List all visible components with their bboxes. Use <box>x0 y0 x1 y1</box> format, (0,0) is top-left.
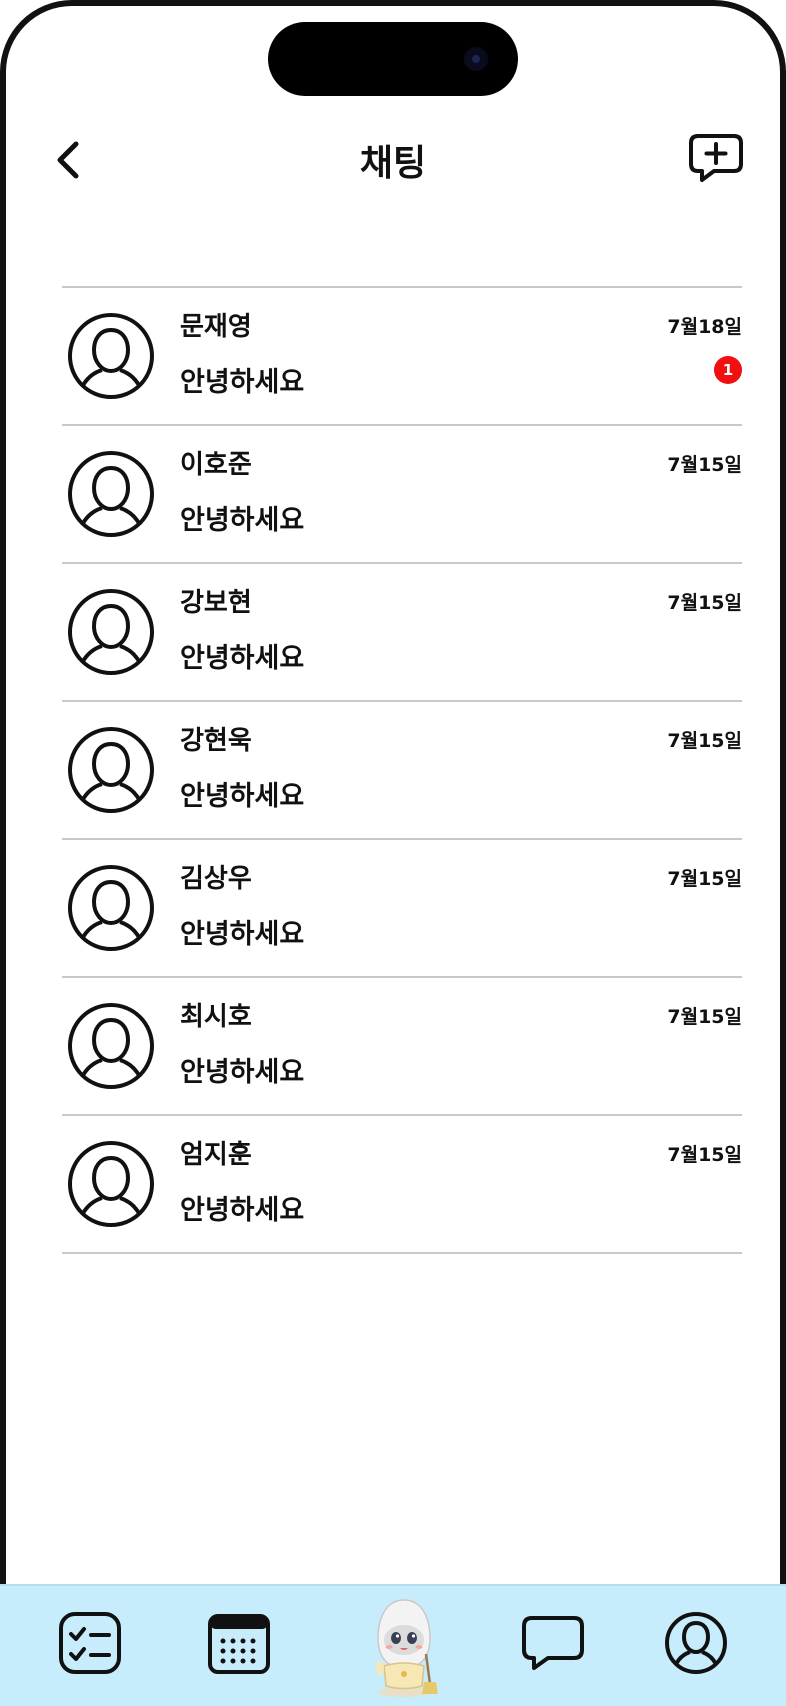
chat-date: 7월15일 <box>667 730 742 752</box>
chat-row[interactable]: 강보현 안녕하세요 7월15일 <box>62 564 742 702</box>
chat-date: 7월15일 <box>667 1144 742 1166</box>
chat-name: 강현욱 <box>180 726 252 756</box>
chat-last-message: 안녕하세요 <box>180 781 305 812</box>
chat-date: 7월18일 <box>667 316 742 338</box>
chat-date: 7월15일 <box>667 1006 742 1028</box>
user-avatar-icon <box>68 313 154 399</box>
chat-date: 7월15일 <box>667 592 742 614</box>
page-title: 채팅 <box>359 143 427 184</box>
chat-date: 7월15일 <box>667 868 742 890</box>
chat-last-message: 안녕하세요 <box>180 1195 305 1226</box>
chat-last-message: 안녕하세요 <box>180 643 305 674</box>
user-avatar-icon <box>68 589 154 675</box>
user-avatar-icon <box>68 451 154 537</box>
user-avatar-icon <box>68 1141 154 1227</box>
user-avatar-icon <box>68 1003 154 1089</box>
dynamic-island <box>268 22 518 96</box>
chat-row[interactable]: 강현욱 안녕하세요 7월15일 <box>62 702 742 840</box>
tab-calendar[interactable] <box>204 1608 274 1678</box>
chat-row[interactable]: 최시호 안녕하세요 7월15일 <box>62 978 742 1116</box>
chat-last-message: 안녕하세요 <box>180 1057 305 1088</box>
chat-name: 강보현 <box>180 588 252 618</box>
bottom-tab-bar <box>0 1584 786 1706</box>
chat-name: 최시호 <box>180 1002 252 1032</box>
chat-row[interactable]: 문재영 안녕하세요 7월18일 1 <box>62 288 742 426</box>
chat-row[interactable]: 김상우 안녕하세요 7월15일 <box>62 840 742 978</box>
chat-row[interactable]: 엄지훈 안녕하세요 7월15일 <box>62 1116 742 1254</box>
chat-list: 문재영 안녕하세요 7월18일 1 이호준 안녕하세요 7월15일 강보현 안녕… <box>62 286 742 1254</box>
header: 채팅 <box>0 120 786 200</box>
chat-bubble-icon <box>522 1616 584 1670</box>
calendar-icon <box>208 1614 270 1674</box>
user-avatar-icon <box>68 865 154 951</box>
mascot-robot-icon <box>376 1599 438 1697</box>
chat-last-message: 안녕하세요 <box>180 367 305 398</box>
tab-checklist[interactable] <box>55 1608 125 1678</box>
mascot-home-button[interactable] <box>368 1594 442 1700</box>
camera-icon <box>464 47 488 71</box>
chat-name: 김상우 <box>180 864 252 894</box>
chat-name: 문재영 <box>180 312 252 342</box>
new-chat-button[interactable] <box>686 130 746 190</box>
checklist-icon <box>59 1612 121 1674</box>
chat-last-message: 안녕하세요 <box>180 919 305 950</box>
tab-chat[interactable] <box>518 1608 588 1678</box>
chat-name: 엄지훈 <box>180 1140 252 1170</box>
tab-profile[interactable] <box>661 1608 731 1678</box>
chat-last-message: 안녕하세요 <box>180 505 305 536</box>
chat-name: 이호준 <box>180 450 252 480</box>
chat-plus-icon <box>689 134 743 182</box>
unread-badge: 1 <box>714 356 742 384</box>
profile-icon <box>665 1612 727 1674</box>
chat-row[interactable]: 이호준 안녕하세요 7월15일 <box>62 426 742 564</box>
chat-date: 7월15일 <box>667 454 742 476</box>
user-avatar-icon <box>68 727 154 813</box>
